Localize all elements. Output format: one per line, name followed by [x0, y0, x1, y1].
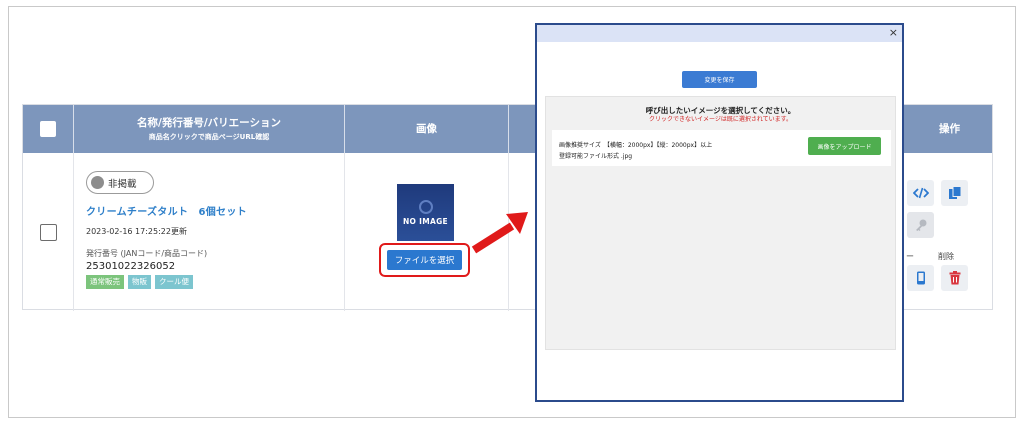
- save-changes-button[interactable]: 変更を保存: [682, 71, 757, 88]
- upload-card: 画像推奨サイズ 【横幅：2000px】【縦：2000px】以上 登録可能ファイル…: [552, 130, 891, 166]
- modal-titlebar: ×: [537, 25, 902, 42]
- header-image-title: 画像: [416, 123, 437, 135]
- image-select-modal: × 変更を保存 呼び出したいイメージを選択してください。 クリックできないイメー…: [535, 23, 904, 402]
- key-icon: [915, 219, 926, 231]
- file-button-highlight: ファイルを選択: [379, 243, 470, 277]
- mobile-preview-button[interactable]: [907, 265, 934, 291]
- trash-icon: [949, 271, 960, 285]
- key-button[interactable]: [907, 212, 934, 238]
- panel-warning: クリックできないイメージは既に選択されています。: [648, 116, 793, 123]
- embed-code-button[interactable]: [907, 180, 934, 206]
- code-icon: [912, 187, 929, 199]
- tag-list: 通常販売 物販 クール便: [86, 275, 193, 289]
- header-ops-title: 操作: [939, 123, 960, 135]
- choose-file-button[interactable]: ファイルを選択: [387, 250, 462, 270]
- ops-dash: ー: [906, 252, 914, 261]
- row-checkbox[interactable]: [39, 223, 57, 241]
- header-name-title: 名称/発行番号/バリエーション: [137, 117, 281, 129]
- header-name: 名称/発行番号/バリエーション 商品名クリックで商品ページURL確認: [74, 105, 345, 153]
- recommended-size: 画像推奨サイズ 【横幅：2000px】【縦：2000px】以上: [559, 142, 713, 149]
- copy-icon: [948, 186, 961, 199]
- select-all-checkbox[interactable]: [40, 121, 56, 137]
- image-library-panel: 呼び出したいイメージを選択してください。 クリックできないイメージは既に選択され…: [545, 96, 896, 350]
- header-name-sub: 商品名クリックで商品ページURL確認: [148, 133, 270, 141]
- header-image: 画像: [345, 105, 509, 153]
- no-image-text: NO IMAGE: [402, 216, 448, 226]
- close-icon[interactable]: ×: [889, 26, 898, 39]
- product-name-link[interactable]: クリームチーズタルト 6個セット: [86, 203, 247, 218]
- row-select-cell: [23, 153, 74, 311]
- upload-image-button[interactable]: 画像をアップロード: [808, 137, 881, 155]
- issue-number: 25301022326052: [86, 261, 176, 272]
- status-toggle[interactable]: 非掲載: [86, 171, 154, 194]
- status-label: 非掲載: [108, 178, 137, 190]
- allowed-formats: 登録可能ファイル形式 .jpg: [559, 153, 633, 160]
- header-ops: 操作: [905, 105, 994, 153]
- delete-label: 削除: [938, 252, 954, 261]
- header-select-all: [23, 105, 74, 153]
- copy-button[interactable]: [941, 180, 968, 206]
- updated-timestamp: 2023-02-16 17:25:22更新: [86, 227, 187, 236]
- no-image-placeholder: NO IMAGE: [397, 184, 454, 241]
- delete-button[interactable]: [941, 265, 968, 291]
- image-placeholder-icon: [418, 199, 433, 214]
- tag-cool-delivery: クール便: [155, 275, 193, 289]
- arrow-icon: [471, 212, 528, 254]
- row-name-cell: 非掲載 クリームチーズタルト 6個セット 2023-02-16 17:25:22…: [74, 153, 345, 311]
- issue-number-label: 発行番号 (JANコード/商品コード): [86, 249, 208, 258]
- tag-normal-sale: 通常販売: [86, 275, 124, 289]
- mobile-icon: [916, 271, 925, 285]
- tag-goods: 物販: [128, 275, 151, 289]
- status-dot-icon: [91, 176, 104, 189]
